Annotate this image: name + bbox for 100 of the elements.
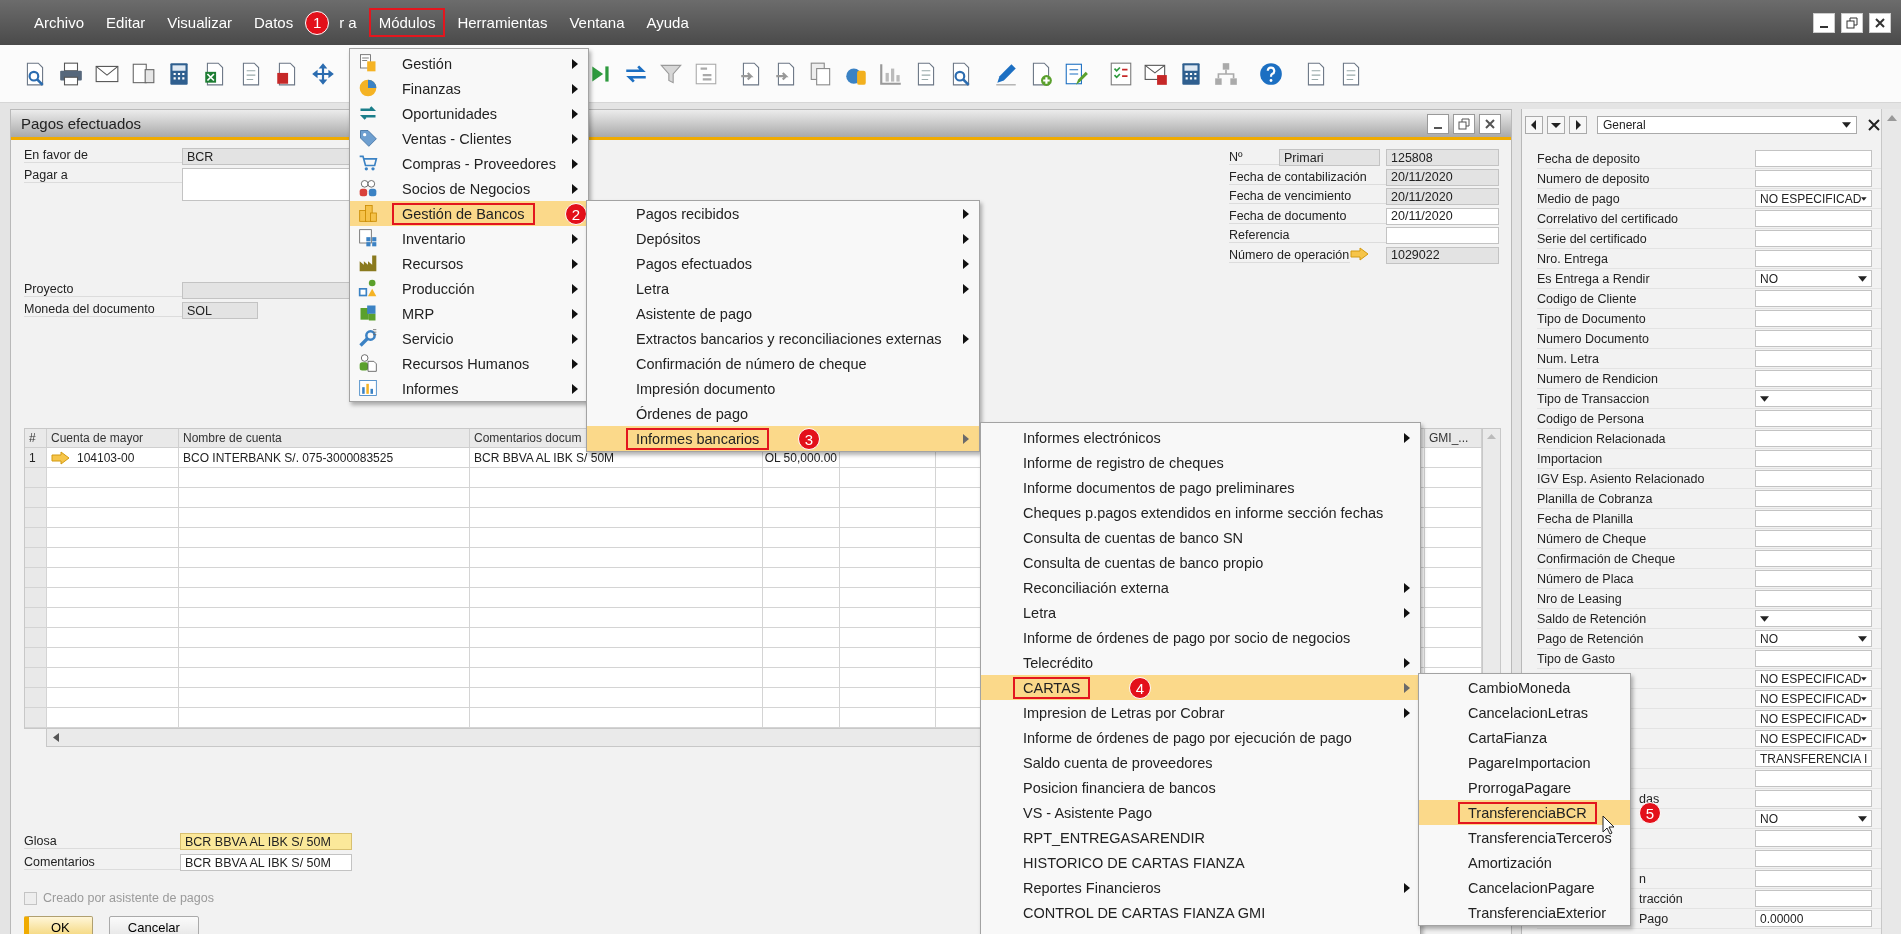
text-field[interactable] bbox=[1755, 250, 1872, 267]
text-field[interactable] bbox=[1755, 330, 1872, 347]
menu-item[interactable]: Saldo cuenta de proveedores bbox=[981, 750, 1420, 775]
menu-item[interactable]: Informe de registro de cheques bbox=[981, 450, 1420, 475]
text-field[interactable] bbox=[1755, 310, 1872, 327]
text-field[interactable] bbox=[1755, 870, 1872, 887]
text-field[interactable] bbox=[1755, 410, 1872, 427]
scroll-left-icon[interactable] bbox=[53, 733, 59, 742]
scroll-up-icon[interactable] bbox=[1487, 433, 1496, 439]
column-header[interactable]: Cuenta de mayor bbox=[47, 429, 179, 448]
menu-item[interactable]: Inventario bbox=[350, 226, 588, 251]
menu-item[interactable]: Telecrédito bbox=[981, 650, 1420, 675]
menu-bar-item[interactable]: Ventana bbox=[559, 8, 635, 37]
dropdown-field[interactable]: NO bbox=[1755, 810, 1872, 827]
menu-item[interactable]: VS - Asistente Pago bbox=[981, 800, 1420, 825]
text-field[interactable] bbox=[1755, 430, 1872, 447]
menu-item[interactable]: Extractos bancarios y reconciliaciones externas bbox=[587, 326, 979, 351]
menu-item[interactable]: Letra bbox=[981, 600, 1420, 625]
menu-item[interactable]: Informe de órdenes de pago por socio de negocios bbox=[981, 625, 1420, 650]
text-field[interactable]: 1029022 bbox=[1386, 246, 1499, 264]
dropdown-field[interactable]: NO bbox=[1755, 630, 1872, 647]
text-field[interactable] bbox=[1755, 370, 1872, 387]
series-field[interactable]: Primari bbox=[1279, 149, 1380, 166]
text-field[interactable]: 125808 bbox=[1386, 149, 1499, 166]
menu-item[interactable]: Informe de órdenes de pago por ejecución de pago bbox=[981, 725, 1420, 750]
menu-item[interactable]: HISTORICO DE CARTAS FIANZA bbox=[981, 850, 1420, 875]
ok-button[interactable]: OK bbox=[24, 916, 93, 934]
menu-item[interactable]: Impresion de Letras por Cobrar bbox=[981, 700, 1420, 725]
menu-bar-item[interactable]: Archivo bbox=[24, 8, 95, 37]
cancel-button[interactable]: Cancelar bbox=[108, 916, 199, 934]
text-field[interactable] bbox=[1755, 290, 1872, 307]
text-field[interactable] bbox=[1755, 490, 1872, 507]
menu-bar-item[interactable]: Módulos bbox=[368, 8, 446, 37]
menu-item[interactable]: Pagos recibidos bbox=[587, 201, 979, 226]
dropdown-field[interactable] bbox=[1755, 390, 1872, 407]
link-arrow-icon[interactable] bbox=[1350, 246, 1370, 261]
text-field[interactable]: SOL bbox=[182, 302, 258, 319]
menu-item[interactable]: CONTROL DE CARTAS FIANZA GMI bbox=[981, 900, 1420, 925]
text-field[interactable]: BCR BBVA AL IBK S/ 50M bbox=[180, 833, 352, 850]
dropdown-field[interactable]: NO ESPECIFICAD bbox=[1755, 670, 1872, 687]
menu-item[interactable]: PagareImportacion bbox=[1419, 750, 1630, 775]
view-dropdown[interactable]: General bbox=[1597, 116, 1857, 134]
dropdown-field[interactable]: NO ESPECIFICAD bbox=[1755, 710, 1872, 727]
text-field[interactable] bbox=[1755, 550, 1872, 567]
column-header[interactable]: GMI_... bbox=[1425, 429, 1482, 448]
dropdown-field[interactable]: NO ESPECIFICAD bbox=[1755, 190, 1872, 207]
text-field[interactable]: 0.00000 bbox=[1755, 910, 1872, 927]
dropdown-button[interactable] bbox=[1547, 116, 1565, 134]
link-arrow-icon[interactable] bbox=[51, 450, 71, 465]
menu-item[interactable]: Letra bbox=[587, 276, 979, 301]
minimize-button[interactable] bbox=[1427, 113, 1449, 134]
text-field[interactable] bbox=[1755, 530, 1872, 547]
menu-item[interactable]: CambioMoneda bbox=[1419, 675, 1630, 700]
printer-icon[interactable] bbox=[58, 60, 84, 87]
menu-item[interactable]: RPT_ENTREGASARENDIR bbox=[981, 825, 1420, 850]
help-icon[interactable] bbox=[1258, 60, 1284, 87]
text-field[interactable] bbox=[1755, 150, 1872, 167]
close-button[interactable] bbox=[1479, 113, 1501, 134]
text-field[interactable] bbox=[1755, 650, 1872, 667]
menu-item[interactable]: Reconciliación externa bbox=[981, 575, 1420, 600]
close-button[interactable] bbox=[1869, 12, 1891, 33]
next-button[interactable] bbox=[1569, 116, 1587, 134]
menu-item[interactable]: Consulta de cuentas de banco propio bbox=[981, 550, 1420, 575]
menu-item[interactable]: Pagos efectuados bbox=[587, 251, 979, 276]
dropdown-field[interactable]: NO bbox=[1755, 270, 1872, 287]
text-field[interactable] bbox=[1755, 770, 1872, 787]
text-field[interactable] bbox=[1386, 227, 1499, 244]
menu-item[interactable]: Confirmación de número de cheque bbox=[587, 351, 979, 376]
restore-button[interactable] bbox=[1453, 113, 1475, 134]
menu-item[interactable]: Informes electrónicos bbox=[981, 425, 1420, 450]
menu-item[interactable]: Servicio bbox=[350, 326, 588, 351]
dropdown-field[interactable]: TRANSFERENCIA I bbox=[1755, 750, 1872, 767]
text-field[interactable] bbox=[1755, 590, 1872, 607]
text-field[interactable] bbox=[1755, 850, 1872, 867]
text-field[interactable]: BCR BBVA AL IBK S/ 50M bbox=[180, 854, 352, 871]
menu-item[interactable]: CancelacionLetras bbox=[1419, 700, 1630, 725]
close-icon[interactable] bbox=[1867, 118, 1881, 132]
menu-item[interactable]: Producción bbox=[350, 276, 588, 301]
menu-item[interactable]: Asistente de pago bbox=[587, 301, 979, 326]
checklist-icon[interactable] bbox=[1108, 60, 1134, 87]
menu-bar-item[interactable]: Datos bbox=[244, 8, 304, 37]
column-header[interactable]: # bbox=[25, 429, 47, 448]
menu-item[interactable]: ProrrogaPagare bbox=[1419, 775, 1630, 800]
text-field[interactable]: 20/11/2020 bbox=[1386, 188, 1499, 205]
menu-item[interactable]: Informe documentos de pago preliminares bbox=[981, 475, 1420, 500]
menu-item[interactable]: CartaFianza bbox=[1419, 725, 1630, 750]
menu-item[interactable]: TransferenciaBCR bbox=[1419, 800, 1630, 825]
menu-item[interactable]: Órdenes de pago bbox=[587, 401, 979, 426]
menu-item[interactable]: Informes bbox=[350, 376, 588, 401]
text-field[interactable] bbox=[1755, 570, 1872, 587]
menu-item[interactable]: Oportunidades bbox=[350, 101, 588, 126]
menu-item[interactable]: CancelacionPagare bbox=[1419, 875, 1630, 900]
menu-item[interactable]: Depósitos bbox=[587, 226, 979, 251]
text-field[interactable] bbox=[1755, 470, 1872, 487]
menu-item[interactable]: TransferenciaTerceros bbox=[1419, 825, 1630, 850]
menu-bar-item[interactable]: Editar bbox=[96, 8, 156, 37]
menu-bar-item[interactable]: Visualizar bbox=[157, 8, 242, 37]
column-header[interactable]: Nombre de cuenta bbox=[179, 429, 470, 448]
text-field[interactable]: 20/11/2020 bbox=[1386, 168, 1499, 186]
menu-item[interactable]: MRP bbox=[350, 301, 588, 326]
